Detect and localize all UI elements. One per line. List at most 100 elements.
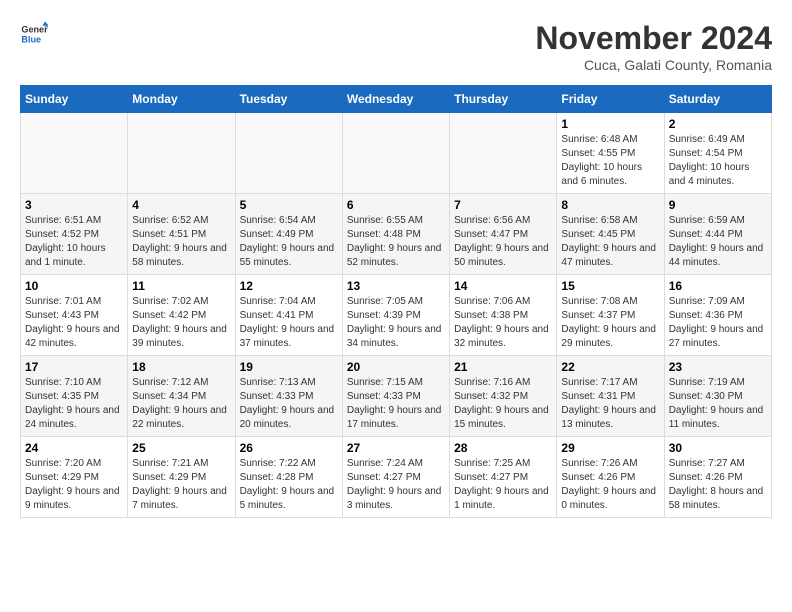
day-info: Sunrise: 7:15 AM Sunset: 4:33 PM Dayligh… [347,376,445,432]
calendar-cell: 19 Sunrise: 7:13 AM Sunset: 4:33 PM Dayli… [235,356,342,437]
calendar-cell: 11 Sunrise: 7:02 AM Sunset: 4:42 PM Dayli… [128,275,235,356]
day-info: Sunrise: 7:06 AM Sunset: 4:38 PM Dayligh… [454,295,552,351]
day-number: 1 [561,117,659,131]
calendar-cell: 20 Sunrise: 7:15 AM Sunset: 4:33 PM Dayli… [342,356,449,437]
title-area: November 2024 Cuca, Galati County, Roman… [535,20,772,73]
day-number: 19 [240,360,338,374]
calendar-cell [342,113,449,194]
day-info: Sunrise: 7:13 AM Sunset: 4:33 PM Dayligh… [240,376,338,432]
day-info: Sunrise: 7:09 AM Sunset: 4:36 PM Dayligh… [669,295,767,351]
calendar-cell: 14 Sunrise: 7:06 AM Sunset: 4:38 PM Dayli… [450,275,557,356]
week-row-3: 10 Sunrise: 7:01 AM Sunset: 4:43 PM Dayli… [21,275,772,356]
day-info: Sunrise: 7:26 AM Sunset: 4:26 PM Dayligh… [561,457,659,513]
day-number: 8 [561,198,659,212]
week-row-1: 1 Sunrise: 6:48 AM Sunset: 4:55 PM Daylig… [21,113,772,194]
header: General Blue November 2024 Cuca, Galati … [20,20,772,73]
calendar-cell [235,113,342,194]
day-number: 28 [454,441,552,455]
calendar-cell: 17 Sunrise: 7:10 AM Sunset: 4:35 PM Dayli… [21,356,128,437]
day-number: 5 [240,198,338,212]
calendar-cell: 2 Sunrise: 6:49 AM Sunset: 4:54 PM Daylig… [664,113,771,194]
day-number: 18 [132,360,230,374]
svg-text:Blue: Blue [21,34,41,44]
logo-icon: General Blue [20,20,48,48]
week-row-5: 24Sunrise: 7:20 AM Sunset: 4:29 PM Dayli… [21,437,772,518]
week-row-2: 3 Sunrise: 6:51 AM Sunset: 4:52 PM Daylig… [21,194,772,275]
day-number: 3 [25,198,123,212]
calendar-cell: 3 Sunrise: 6:51 AM Sunset: 4:52 PM Daylig… [21,194,128,275]
day-info: Sunrise: 6:49 AM Sunset: 4:54 PM Dayligh… [669,133,767,189]
calendar-cell: 30 Sunrise: 7:27 AM Sunset: 4:26 PM Dayli… [664,437,771,518]
calendar-cell: 1 Sunrise: 6:48 AM Sunset: 4:55 PM Daylig… [557,113,664,194]
day-info: Sunrise: 6:48 AM Sunset: 4:55 PM Dayligh… [561,133,659,189]
day-info: Sunrise: 7:02 AM Sunset: 4:42 PM Dayligh… [132,295,230,351]
weekday-header-tuesday: Tuesday [235,86,342,113]
day-info: Sunrise: 7:17 AM Sunset: 4:31 PM Dayligh… [561,376,659,432]
day-number: 12 [240,279,338,293]
day-info: Sunrise: 7:01 AM Sunset: 4:43 PM Dayligh… [25,295,123,351]
calendar-cell [21,113,128,194]
day-number: 10 [25,279,123,293]
day-number: 29 [561,441,659,455]
day-info: Sunrise: 7:25 AM Sunset: 4:27 PM Dayligh… [454,457,552,513]
day-number: 9 [669,198,767,212]
calendar-cell: 21 Sunrise: 7:16 AM Sunset: 4:32 PM Dayli… [450,356,557,437]
day-number: 25 [132,441,230,455]
calendar-cell: 27Sunrise: 7:24 AM Sunset: 4:27 PM Dayli… [342,437,449,518]
calendar-cell [128,113,235,194]
location-subtitle: Cuca, Galati County, Romania [535,57,772,73]
day-info: Sunrise: 7:22 AM Sunset: 4:28 PM Dayligh… [240,457,338,513]
weekday-header-monday: Monday [128,86,235,113]
day-number: 16 [669,279,767,293]
day-number: 7 [454,198,552,212]
day-info: Sunrise: 6:51 AM Sunset: 4:52 PM Dayligh… [25,214,123,270]
day-info: Sunrise: 7:24 AM Sunset: 4:27 PM Dayligh… [347,457,445,513]
day-number: 17 [25,360,123,374]
calendar-cell: 29 Sunrise: 7:26 AM Sunset: 4:26 PM Dayli… [557,437,664,518]
week-row-4: 17 Sunrise: 7:10 AM Sunset: 4:35 PM Dayli… [21,356,772,437]
calendar-cell: 6 Sunrise: 6:55 AM Sunset: 4:48 PM Daylig… [342,194,449,275]
day-number: 21 [454,360,552,374]
day-info: Sunrise: 7:16 AM Sunset: 4:32 PM Dayligh… [454,376,552,432]
day-info: Sunrise: 7:27 AM Sunset: 4:26 PM Dayligh… [669,457,767,513]
calendar-cell: 28 Sunrise: 7:25 AM Sunset: 4:27 PM Dayli… [450,437,557,518]
day-info: Sunrise: 7:21 AM Sunset: 4:29 PM Dayligh… [132,457,230,513]
weekday-header-friday: Friday [557,86,664,113]
calendar-cell: 5Sunrise: 6:54 AM Sunset: 4:49 PM Daylig… [235,194,342,275]
svg-text:General: General [21,25,48,35]
day-info: Sunrise: 7:05 AM Sunset: 4:39 PM Dayligh… [347,295,445,351]
day-number: 14 [454,279,552,293]
calendar-cell: 22 Sunrise: 7:17 AM Sunset: 4:31 PM Dayli… [557,356,664,437]
day-number: 2 [669,117,767,131]
day-number: 20 [347,360,445,374]
calendar-cell: 10 Sunrise: 7:01 AM Sunset: 4:43 PM Dayli… [21,275,128,356]
day-info: Sunrise: 7:20 AM Sunset: 4:29 PM Dayligh… [25,457,123,513]
day-info: Sunrise: 7:08 AM Sunset: 4:37 PM Dayligh… [561,295,659,351]
calendar-cell: 7 Sunrise: 6:56 AM Sunset: 4:47 PM Daylig… [450,194,557,275]
calendar-cell: 23Sunrise: 7:19 AM Sunset: 4:30 PM Dayli… [664,356,771,437]
calendar-cell: 26Sunrise: 7:22 AM Sunset: 4:28 PM Dayli… [235,437,342,518]
day-number: 22 [561,360,659,374]
weekday-header-saturday: Saturday [664,86,771,113]
day-number: 11 [132,279,230,293]
calendar-cell: 15 Sunrise: 7:08 AM Sunset: 4:37 PM Dayli… [557,275,664,356]
day-number: 30 [669,441,767,455]
day-number: 13 [347,279,445,293]
calendar-cell: 4Sunrise: 6:52 AM Sunset: 4:51 PM Daylig… [128,194,235,275]
day-number: 6 [347,198,445,212]
calendar-cell: 13 Sunrise: 7:05 AM Sunset: 4:39 PM Dayli… [342,275,449,356]
logo: General Blue [20,20,48,48]
weekday-header-sunday: Sunday [21,86,128,113]
day-info: Sunrise: 6:55 AM Sunset: 4:48 PM Dayligh… [347,214,445,270]
day-info: Sunrise: 6:56 AM Sunset: 4:47 PM Dayligh… [454,214,552,270]
day-info: Sunrise: 6:52 AM Sunset: 4:51 PM Dayligh… [132,214,230,270]
day-number: 15 [561,279,659,293]
day-number: 23 [669,360,767,374]
weekday-header-thursday: Thursday [450,86,557,113]
day-info: Sunrise: 7:12 AM Sunset: 4:34 PM Dayligh… [132,376,230,432]
month-title: November 2024 [535,20,772,57]
day-info: Sunrise: 7:10 AM Sunset: 4:35 PM Dayligh… [25,376,123,432]
calendar-cell: 16 Sunrise: 7:09 AM Sunset: 4:36 PM Dayli… [664,275,771,356]
weekday-header-row: SundayMondayTuesdayWednesdayThursdayFrid… [21,86,772,113]
calendar-cell [450,113,557,194]
